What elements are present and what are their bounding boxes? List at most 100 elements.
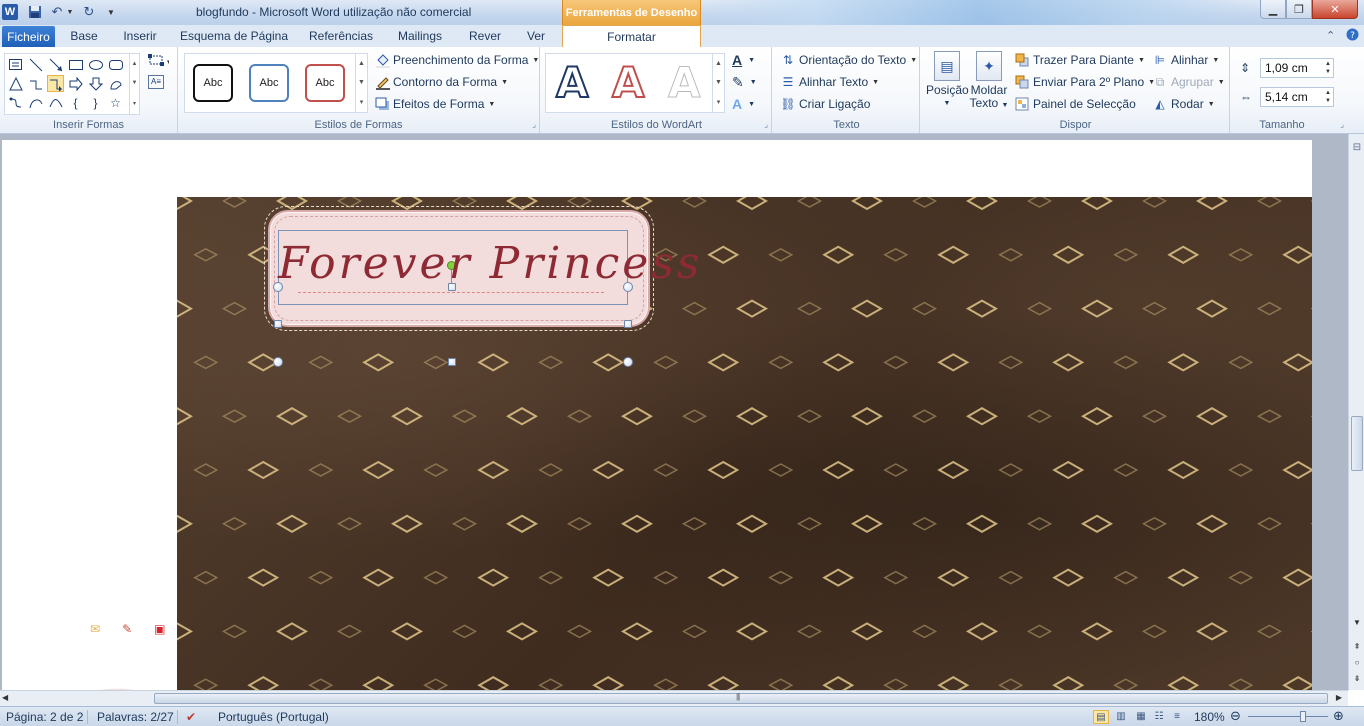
horizontal-scrollbar[interactable]: ◀ ||| ▶: [0, 690, 1348, 706]
resize-handle-top-left[interactable]: [273, 282, 283, 292]
right-brace-icon[interactable]: }: [87, 94, 104, 111]
wrap-text-button[interactable]: ✦ Moldar Texto ▼: [968, 51, 1010, 115]
wordart-style-gray[interactable]: A: [668, 58, 702, 108]
resize-handle-right[interactable]: [624, 320, 632, 328]
wordart-launcher-icon[interactable]: ⌟: [764, 120, 768, 129]
vertical-scrollbar[interactable]: ⊟ ▼ ⇞ ○ ⇟: [1348, 134, 1364, 690]
wave-line-icon[interactable]: [47, 94, 64, 111]
text-direction-button[interactable]: ⇅ Orientação do Texto ▼: [780, 50, 917, 70]
label-title-text[interactable]: Forever Princess: [278, 238, 700, 289]
star-shape-icon[interactable]: ☆: [107, 94, 124, 111]
tab-format[interactable]: Formatar: [562, 25, 701, 48]
edit-shape-icon[interactable]: ▾: [146, 53, 171, 69]
undo-icon[interactable]: ↶: [50, 3, 64, 21]
language-indicator[interactable]: Português (Portugal): [218, 710, 329, 724]
zoom-slider-thumb[interactable]: [1300, 711, 1306, 722]
shape-fill-button[interactable]: Preenchimento da Forma ▼: [374, 50, 539, 70]
line-shape-icon[interactable]: [27, 56, 44, 73]
zoom-in-icon[interactable]: ⊕: [1333, 708, 1344, 724]
shapes-gallery-scroll[interactable]: ▲ ▼ ▾: [129, 54, 139, 114]
zoom-slider[interactable]: [1248, 716, 1328, 717]
customize-toolbar-icon[interactable]: ▼: [105, 3, 117, 21]
rounded-rectangle-shape-icon[interactable]: [107, 56, 124, 73]
help-icon[interactable]: ?: [1346, 28, 1359, 44]
text-fill-button[interactable]: A ▼: [732, 51, 762, 69]
size-launcher-icon[interactable]: ⌟: [1340, 120, 1344, 129]
zoom-out-icon[interactable]: ⊖: [1230, 708, 1241, 724]
wordart-gallery-scroll[interactable]: ▲ ▼ ▾: [712, 54, 724, 112]
redo-icon[interactable]: ↻: [82, 3, 96, 21]
tab-review[interactable]: Rever: [462, 25, 508, 47]
resize-handle-left[interactable]: [274, 320, 282, 328]
proofing-icon[interactable]: ✔: [186, 710, 196, 724]
align-text-button[interactable]: ☰ Alinhar Texto ▼: [780, 72, 879, 92]
shape-height-field[interactable]: 1,09 cm ▲ ▼: [1260, 58, 1334, 78]
draw-text-box-icon[interactable]: A≡: [148, 75, 164, 89]
text-effects-button[interactable]: A ▼: [732, 95, 762, 113]
resize-handle-bottom-right[interactable]: [623, 357, 633, 367]
down-arrow-shape-icon[interactable]: [87, 75, 104, 92]
send-backward-button[interactable]: Enviar Para 2º Plano ▼: [1014, 72, 1155, 92]
height-spinner[interactable]: ▲ ▼: [1325, 60, 1331, 76]
scroll-left-arrow-icon[interactable]: ◀: [2, 693, 8, 702]
tab-home[interactable]: Base: [62, 25, 106, 47]
text-box-shape-icon[interactable]: [7, 56, 24, 73]
ruler-toggle-icon[interactable]: ⊟: [1350, 142, 1364, 156]
tab-view[interactable]: Ver: [518, 25, 554, 47]
resize-handle-top-right[interactable]: [623, 282, 633, 292]
wordart-style-blue[interactable]: A: [555, 57, 589, 108]
horizontal-scroll-thumb[interactable]: [154, 693, 1328, 704]
tab-references[interactable]: Referências: [302, 25, 380, 47]
arc-shape-icon[interactable]: [27, 94, 44, 111]
resize-handle-top[interactable]: [448, 283, 456, 291]
shape-width-field[interactable]: 5,14 cm ▲ ▼: [1260, 87, 1334, 107]
previous-page-icon[interactable]: ⇞: [1350, 642, 1364, 651]
close-button[interactable]: ✕: [1312, 0, 1358, 19]
full-screen-reading-icon[interactable]: ▥: [1113, 710, 1129, 724]
browse-object-icon[interactable]: ○: [1350, 658, 1364, 667]
maximize-button[interactable]: ❐: [1286, 0, 1312, 19]
rectangle-shape-icon[interactable]: [67, 56, 84, 73]
page-count[interactable]: Página: 2 de 2: [6, 710, 83, 724]
position-button[interactable]: ▤ Posição ▼: [926, 51, 969, 115]
arrow-line-shape-icon[interactable]: [47, 56, 64, 73]
resize-handle-bottom-left[interactable]: [273, 357, 283, 367]
triangle-shape-icon[interactable]: [7, 75, 24, 92]
undo-dropdown-icon[interactable]: ▼: [66, 3, 74, 21]
tab-insert[interactable]: Inserir: [114, 25, 166, 47]
align-button[interactable]: ⊫ Alinhar ▼: [1152, 50, 1220, 70]
next-page-icon[interactable]: ⇟: [1350, 674, 1364, 683]
oval-shape-icon[interactable]: [87, 56, 104, 73]
web-layout-icon[interactable]: ▦: [1133, 710, 1149, 724]
print-layout-view-icon[interactable]: ▤: [1093, 710, 1109, 724]
wordart-style-red[interactable]: A: [611, 57, 645, 108]
curved-connector-icon[interactable]: [7, 94, 24, 111]
resize-handle-bottom[interactable]: [448, 358, 456, 366]
tab-page-layout[interactable]: Esquema de Página: [176, 25, 292, 47]
shape-style-black[interactable]: Abc: [193, 64, 233, 102]
left-brace-icon[interactable]: {: [67, 94, 84, 111]
save-icon[interactable]: [27, 3, 43, 21]
bring-forward-button[interactable]: Trazer Para Diante ▼: [1014, 50, 1145, 70]
shape-style-blue[interactable]: Abc: [249, 64, 289, 102]
outline-view-icon[interactable]: ☷: [1151, 710, 1167, 724]
width-spinner[interactable]: ▲ ▼: [1325, 89, 1331, 105]
elbow-arrow-connector-icon[interactable]: [47, 75, 64, 92]
scroll-right-arrow-icon[interactable]: ▶: [1336, 693, 1342, 702]
minimize-ribbon-icon[interactable]: ⌃: [1326, 29, 1335, 42]
selection-pane-button[interactable]: Painel de Selecção: [1014, 94, 1136, 114]
shape-styles-launcher-icon[interactable]: ⌟: [532, 120, 536, 129]
document-page[interactable]: ✉ ✎ ▣ Forever Princess: [2, 140, 1312, 690]
word-count[interactable]: Palavras: 2/27: [97, 710, 174, 724]
shape-effects-button[interactable]: Efeitos de Forma ▼: [374, 94, 495, 114]
zoom-level[interactable]: 180%: [1194, 710, 1225, 724]
text-outline-button[interactable]: ✎ ▼: [732, 73, 762, 91]
shape-outline-button[interactable]: Contorno da Forma ▼: [374, 72, 508, 92]
tab-mailings[interactable]: Mailings: [390, 25, 450, 47]
scroll-down-arrow-icon[interactable]: ▼: [1350, 618, 1364, 627]
rotate-button[interactable]: ◭ Rodar ▼: [1152, 94, 1214, 114]
draft-view-icon[interactable]: ≡: [1169, 710, 1185, 724]
freeform-shape-icon[interactable]: [107, 75, 124, 92]
word-icon[interactable]: W: [2, 4, 18, 20]
vertical-scroll-thumb[interactable]: [1351, 416, 1363, 471]
